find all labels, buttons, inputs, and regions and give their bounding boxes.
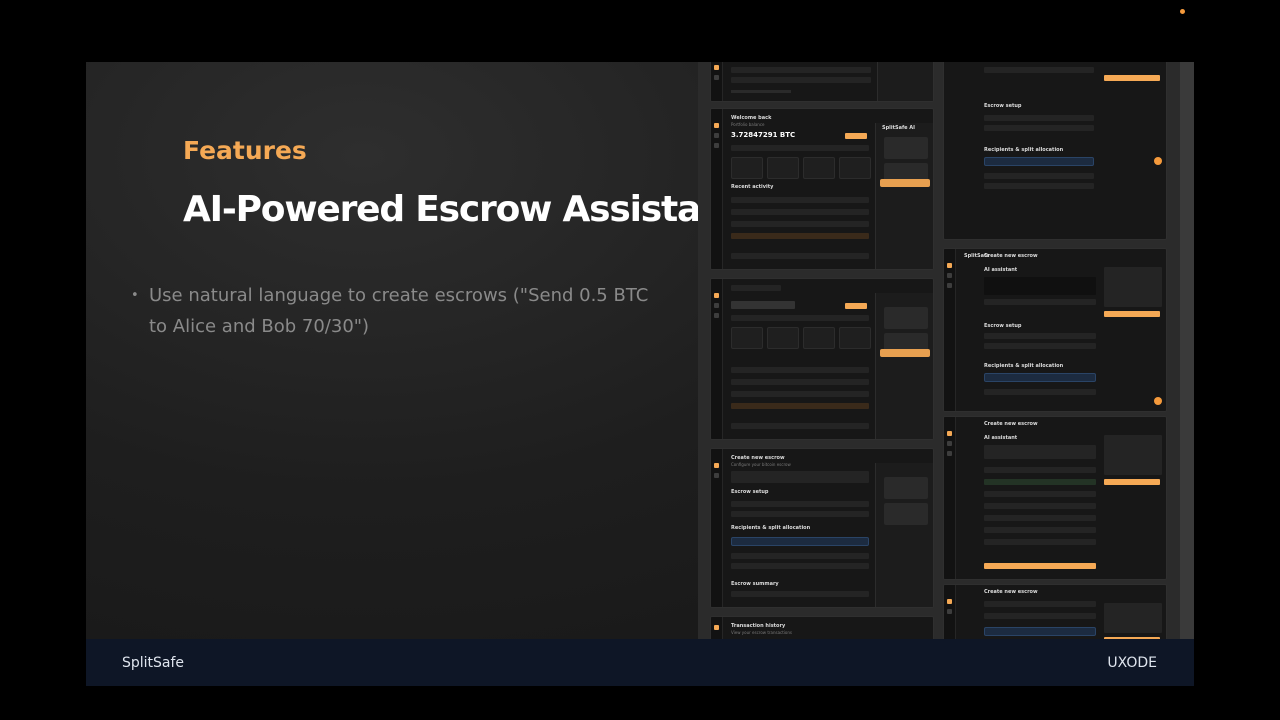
history-title: Transaction history: [731, 623, 786, 629]
screenshot-transaction-history: Transaction history View your escrow tra…: [710, 616, 934, 639]
screenshot-dashboard-top: [710, 62, 934, 102]
screenshot-create-escrow-3: Create new escrow: [943, 584, 1167, 639]
recipients-label: Recipients & split allocation: [731, 525, 811, 531]
slide-title: AI-Powered Escrow Assistant: [183, 189, 742, 230]
bullet-item: Use natural language to create escrows (…: [131, 280, 671, 342]
screenshot-gallery: Welcome back Portfolio balance 3.7284729…: [698, 62, 1194, 639]
assistant-title: SplitSafe AI: [882, 125, 916, 131]
section-kicker: Features: [183, 136, 307, 165]
screenshot-create-escrow-2: Create new escrow AI assistant: [943, 416, 1167, 580]
gallery-scrollbar: [1180, 62, 1194, 639]
footer-brand: SplitSafe: [122, 654, 185, 671]
slide: Features AI-Powered Escrow Assistant Use…: [86, 62, 1194, 686]
footer-credit: UXODE: [1107, 654, 1157, 671]
summary-label: Escrow summary: [731, 581, 779, 587]
bullet-list: Use natural language to create escrows (…: [131, 280, 671, 342]
screenshot-create-escrow-1: SplitSafe Create new escrow AI assistant…: [943, 248, 1167, 412]
dashboard-title: Welcome back: [731, 115, 772, 121]
slide-footer: SplitSafe UXODE: [86, 639, 1194, 686]
screenshot-create-escrow-ai: Create new escrow Configure your bitcoin…: [710, 448, 934, 608]
dashboard-section: Recent activity: [731, 184, 774, 190]
dashboard-balance: 3.72847291 BTC: [731, 131, 796, 139]
ai-assistant-label: AI assistant: [984, 267, 1018, 273]
escrow-setup-label: Escrow setup: [731, 489, 769, 495]
screenshot-escrow-form-top: Escrow setup Recipients & split allocati…: [943, 62, 1167, 240]
create-escrow-title: Create new escrow: [731, 455, 785, 461]
screenshot-dashboard: Welcome back Portfolio balance 3.7284729…: [710, 108, 934, 270]
screenshot-dashboard-2: [710, 278, 934, 440]
corner-dot: [1180, 9, 1185, 14]
